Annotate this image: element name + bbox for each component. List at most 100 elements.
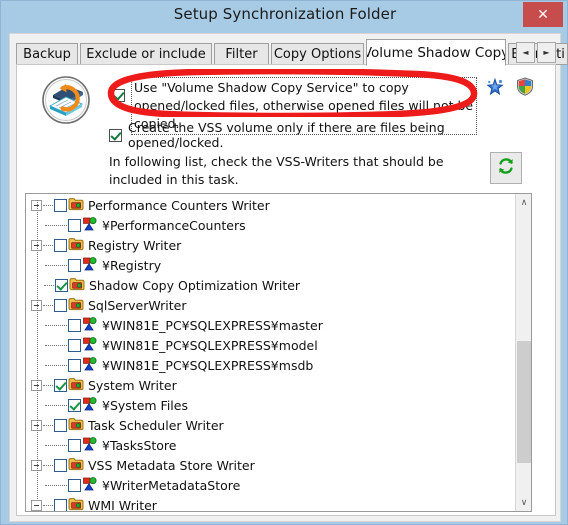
instruction-text: In following list, check the VSS-Writers… — [109, 154, 444, 187]
tree-item-checkbox[interactable] — [68, 218, 81, 232]
tree-row[interactable]: SqlServerWriter — [26, 295, 516, 315]
tab-scroll-next-button[interactable]: ► — [537, 42, 556, 63]
use-vss-checkbox-row: Use "Volume Shadow Copy Service" to copy… — [109, 77, 479, 135]
tree-row[interactable]: Performance Counters Writer — [26, 195, 516, 215]
tree-row[interactable]: ¥Registry — [26, 255, 516, 275]
writer-folder-icon — [69, 277, 85, 294]
create-vss-volume-checkbox[interactable] — [109, 128, 122, 142]
tree-connector-line — [43, 464, 53, 466]
tree-item-label: Shadow Copy Optimization Writer — [89, 277, 301, 293]
tab-strip: Backup Exclude or include Filter Copy Optio… — [16, 39, 568, 66]
tree-connector-line — [45, 484, 67, 486]
tab-backup[interactable]: Backup — [16, 43, 78, 65]
component-icon — [82, 476, 98, 494]
tree-item-checkbox[interactable] — [68, 338, 81, 352]
tab-filter[interactable]: Filter — [214, 43, 269, 65]
tree-item-label: ¥Registry — [102, 257, 162, 273]
tree-item-checkbox[interactable] — [54, 378, 67, 392]
tree-row[interactable]: ¥WIN81E_PC¥SQLEXPRESS¥master — [26, 315, 516, 335]
tree-item-label: VSS Metadata Store Writer — [88, 457, 255, 473]
writer-folder-icon — [68, 377, 84, 394]
tree-connector-line — [45, 344, 67, 346]
tree-item-checkbox[interactable] — [68, 318, 81, 332]
create-vss-volume-checkbox-row: Create the VSS volume only if there are … — [109, 120, 529, 150]
writer-folder-icon — [68, 237, 84, 254]
tree-item-checkbox[interactable] — [54, 498, 67, 511]
close-button[interactable]: ✕ — [523, 2, 563, 27]
tab-exclude-or-include[interactable]: Exclude or include — [80, 43, 212, 65]
tree-item-label: ¥WriterMetadataStore — [102, 477, 241, 493]
tree-connector-line — [45, 444, 67, 446]
writer-folder-icon — [68, 417, 84, 434]
tree-connector-line — [45, 324, 67, 326]
tree-item-label: System Writer — [88, 377, 177, 393]
tree-connector-line — [43, 384, 53, 386]
tree-row[interactable]: Shadow Copy Optimization Writer — [26, 275, 516, 295]
writer-folder-icon — [68, 497, 84, 512]
tree-row[interactable]: WMI Writer — [26, 495, 516, 512]
scroll-down-arrow[interactable]: ∨ — [516, 494, 531, 511]
tree-item-label: Performance Counters Writer — [88, 197, 270, 213]
tree-item-label: Registry Writer — [88, 237, 182, 253]
tree-connector-line — [43, 424, 53, 426]
tree-item-checkbox[interactable] — [68, 258, 81, 272]
refresh-writers-button[interactable] — [490, 152, 522, 184]
tree-item-label: ¥WIN81E_PC¥SQLEXPRESS¥model — [102, 337, 318, 353]
tree-item-checkbox[interactable] — [68, 478, 81, 492]
writer-folder-icon — [68, 457, 84, 474]
tree-row[interactable]: ¥PerformanceCounters — [26, 215, 516, 235]
tree-item-label: ¥TasksStore — [102, 437, 177, 453]
tab-volume-shadow-copy[interactable]: Volume Shadow Copy — [366, 39, 506, 66]
tree-item-label: ¥WIN81E_PC¥SQLEXPRESS¥msdb — [102, 357, 314, 373]
setup-synchronization-folder-dialog: Setup Synchronization Folder ✕ Backup Exc… — [0, 0, 568, 525]
component-icon — [82, 216, 98, 234]
component-icon — [82, 316, 98, 334]
tree-item-checkbox[interactable] — [54, 198, 67, 212]
writer-folder-icon — [68, 197, 84, 214]
use-vss-checkbox[interactable] — [112, 89, 125, 102]
scroll-up-arrow[interactable]: ∧ — [516, 194, 531, 211]
tree-item-checkbox[interactable] — [68, 358, 81, 372]
vss-writers-treeview[interactable]: Performance Counters Writer ¥PerformanceC… — [25, 193, 532, 512]
tree-row[interactable]: Registry Writer — [26, 235, 516, 255]
tree-connector-line — [45, 364, 67, 366]
tab-copy-options[interactable]: Copy Options — [271, 43, 364, 65]
tree-item-label: ¥WIN81E_PC¥SQLEXPRESS¥master — [102, 317, 323, 333]
tree-row[interactable]: ¥WIN81E_PC¥SQLEXPRESS¥msdb — [26, 355, 516, 375]
tab-scroll-prev-button[interactable]: ◄ — [516, 42, 535, 63]
treeview-scrollbar[interactable]: ∧ ∨ — [515, 194, 531, 511]
tree-row[interactable]: Task Scheduler Writer — [26, 415, 516, 435]
tree-connector-line — [45, 224, 67, 226]
tree-row[interactable]: VSS Metadata Store Writer — [26, 455, 516, 475]
tree-connector-line — [45, 404, 67, 406]
tree-item-checkbox[interactable] — [68, 398, 81, 412]
tree-item-label: Task Scheduler Writer — [88, 417, 224, 433]
tree-expander-collapse[interactable] — [31, 499, 42, 511]
tree-connector-line — [43, 304, 53, 306]
scrollbar-thumb[interactable] — [517, 341, 531, 463]
tree-row[interactable]: ¥TasksStore — [26, 435, 516, 455]
windows-shield-icon — [516, 77, 534, 100]
tree-row[interactable]: ¥WIN81E_PC¥SQLEXPRESS¥model — [26, 335, 516, 355]
refresh-sync-icon — [496, 156, 516, 180]
tree-item-checkbox[interactable] — [55, 278, 68, 292]
tree-row[interactable]: System Writer — [26, 375, 516, 395]
tree-item-checkbox[interactable] — [54, 238, 67, 252]
dialog-client-area: Backup Exclude or include Filter Copy Optio… — [9, 33, 568, 522]
tree-item-checkbox[interactable] — [54, 298, 67, 312]
tree-item-label: WMI Writer — [88, 497, 157, 512]
tree-row[interactable]: ¥System Files — [26, 395, 516, 415]
tab-page-volume-shadow-copy: Use "Volume Shadow Copy Service" to copy… — [16, 64, 556, 516]
tree-row[interactable]: ¥WriterMetadataStore — [26, 475, 516, 495]
tree-connector-line — [43, 244, 53, 246]
sparkle-star-icon — [485, 77, 505, 101]
tree-vertical-connector — [37, 200, 38, 499]
writer-folder-icon — [68, 297, 84, 314]
tree-item-checkbox[interactable] — [54, 418, 67, 432]
tree-item-checkbox[interactable] — [68, 438, 81, 452]
tree-connector-line — [44, 284, 54, 286]
vss-shadow-copy-icon — [41, 75, 91, 125]
tree-rows-container: Performance Counters Writer ¥PerformanceC… — [26, 194, 516, 511]
tree-item-label: ¥System Files — [102, 397, 188, 413]
tree-item-checkbox[interactable] — [54, 458, 67, 472]
